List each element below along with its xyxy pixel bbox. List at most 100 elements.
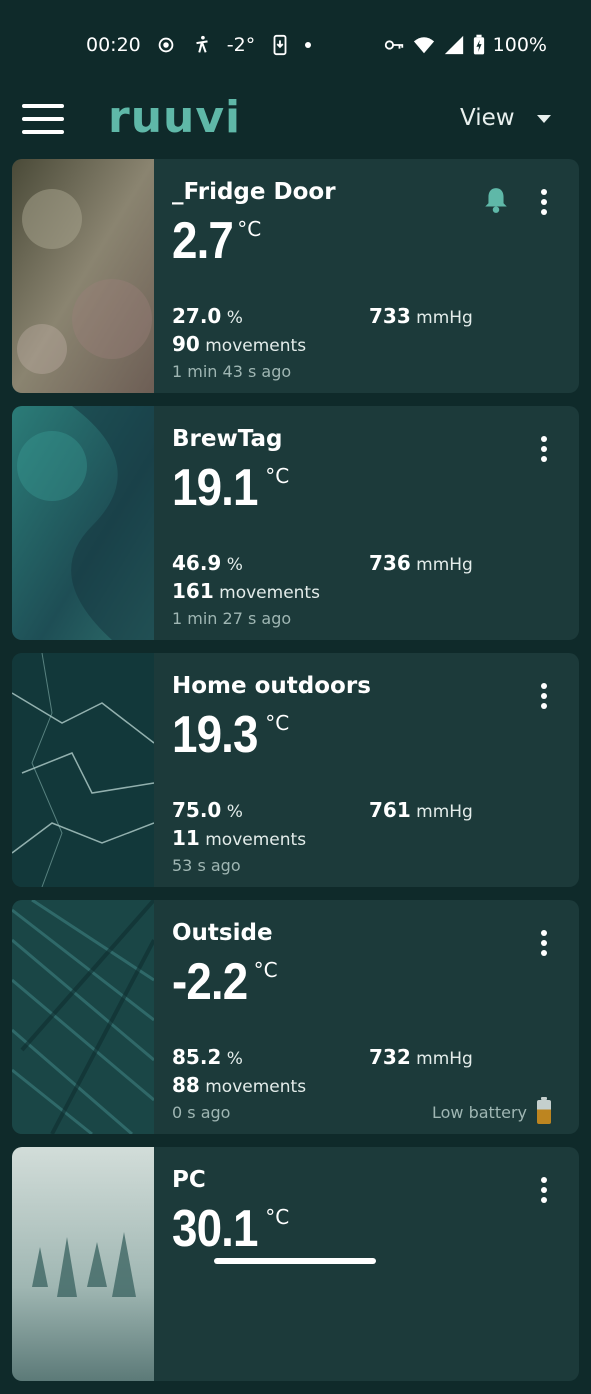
movements: 161 movements <box>172 579 320 603</box>
pressure-value: 761 <box>369 798 411 822</box>
sensor-card[interactable]: _Fridge Door 2.7 °C 27.0 % 733 mmHg 90 m… <box>12 159 579 393</box>
low-battery-indicator: Low battery <box>432 1097 551 1124</box>
temperature-unit: °C <box>237 217 262 241</box>
sensor-background-image <box>12 653 154 887</box>
gesture-nav-handle[interactable] <box>214 1258 376 1264</box>
temperature-value: 30.1 <box>172 1200 258 1258</box>
hamburger-icon[interactable] <box>22 104 64 134</box>
humidity: 75.0 % <box>172 798 243 822</box>
view-dropdown[interactable]: View <box>460 100 551 136</box>
bell-icon[interactable] <box>483 186 509 214</box>
sensor-card-body: Home outdoors 19.3 °C 75.0 % 761 mmHg 11… <box>172 653 579 887</box>
movements-value: 161 <box>172 579 214 603</box>
temperature-unit: °C <box>253 958 278 982</box>
humidity-value: 27.0 <box>172 304 222 328</box>
wifi-icon <box>413 37 434 54</box>
updated-ago: 1 min 43 s ago <box>172 362 292 381</box>
updated-ago: 0 s ago <box>172 1103 231 1122</box>
sensor-background-image <box>12 900 154 1134</box>
more-options-icon[interactable] <box>541 189 549 215</box>
view-label: View <box>460 105 515 131</box>
more-options-icon[interactable] <box>541 436 549 462</box>
clock: 00:20 <box>86 34 141 56</box>
humidity-value: 85.2 <box>172 1045 222 1069</box>
sensor-name: BrewTag <box>172 426 283 452</box>
vpn-key-icon <box>384 40 403 50</box>
movements-value: 11 <box>172 826 200 850</box>
pressure: 736 mmHg <box>369 551 473 575</box>
updated-ago: 1 min 27 s ago <box>172 609 292 628</box>
more-options-icon[interactable] <box>541 930 549 956</box>
temperature: 19.3 °C <box>172 705 289 765</box>
more-options-icon[interactable] <box>541 683 549 709</box>
movements-value: 90 <box>172 332 200 356</box>
temperature-value: 2.7 <box>172 212 234 270</box>
temperature-value: -2.2 <box>172 953 248 1011</box>
movements: 11 movements <box>172 826 306 850</box>
settings-cog-icon <box>158 37 174 53</box>
walking-icon <box>196 35 208 53</box>
sensor-background-image <box>12 159 154 393</box>
battery-low-icon <box>537 1097 551 1124</box>
sensor-card-body: PC 30.1 °C <box>172 1147 579 1381</box>
sensor-background-image <box>12 1147 154 1381</box>
movements-value: 88 <box>172 1073 200 1097</box>
more-options-icon[interactable] <box>541 1177 549 1203</box>
humidity-value: 46.9 <box>172 551 222 575</box>
temperature-value: 19.3 <box>172 706 258 764</box>
battery-level: 100% <box>492 34 547 56</box>
pressure-unit: mmHg <box>416 308 473 328</box>
temperature-unit: °C <box>265 711 290 735</box>
dot-icon <box>305 42 312 48</box>
humidity: 85.2 % <box>172 1045 243 1069</box>
movements-label: movements <box>205 1077 307 1097</box>
sensor-name: _Fridge Door <box>172 179 336 205</box>
movements-label: movements <box>219 583 320 603</box>
temperature-value: 19.1 <box>172 459 258 517</box>
humidity: 46.9 % <box>172 551 243 575</box>
pressure: 732 mmHg <box>369 1045 473 1069</box>
humidity-unit: % <box>226 555 243 575</box>
humidity-unit: % <box>226 802 243 822</box>
pressure-unit: mmHg <box>416 802 473 822</box>
status-bar: 00:20 -2° 100% <box>0 0 591 90</box>
app-bar: ruuvi View <box>0 90 591 150</box>
status-right: 100% <box>383 34 547 56</box>
sensor-name: Home outdoors <box>172 673 371 699</box>
movements: 90 movements <box>172 332 306 356</box>
pressure-unit: mmHg <box>416 1049 473 1069</box>
pressure-unit: mmHg <box>416 555 473 575</box>
humidity-unit: % <box>226 1049 243 1069</box>
sensor-card[interactable]: BrewTag 19.1 °C 46.9 % 736 mmHg 161 move… <box>12 406 579 640</box>
sensor-background-image <box>12 406 154 640</box>
movements-label: movements <box>205 830 307 850</box>
download-icon <box>273 34 287 56</box>
sensor-card-body: _Fridge Door 2.7 °C 27.0 % 733 mmHg 90 m… <box>172 159 579 393</box>
sensor-name: PC <box>172 1167 206 1193</box>
humidity-value: 75.0 <box>172 798 222 822</box>
pressure-value: 733 <box>369 304 411 328</box>
temperature: 2.7 °C <box>172 211 261 271</box>
pressure: 761 mmHg <box>369 798 473 822</box>
sensor-card[interactable]: Outside -2.2 °C 85.2 % 732 mmHg 88 movem… <box>12 900 579 1134</box>
movements-label: movements <box>205 336 307 356</box>
temperature: 19.1 °C <box>172 458 289 518</box>
temperature: 30.1 °C <box>172 1199 289 1259</box>
humidity-unit: % <box>226 308 243 328</box>
ruuvi-logo: ruuvi <box>108 92 242 143</box>
temperature-unit: °C <box>265 1205 290 1229</box>
sensor-list: _Fridge Door 2.7 °C 27.0 % 733 mmHg 90 m… <box>12 159 579 1394</box>
sensor-card-body: Outside -2.2 °C 85.2 % 732 mmHg 88 movem… <box>172 900 579 1134</box>
sensor-card-body: BrewTag 19.1 °C 46.9 % 736 mmHg 161 move… <box>172 406 579 640</box>
temperature: -2.2 °C <box>172 952 278 1012</box>
battery-charging-icon <box>473 34 484 55</box>
pressure: 733 mmHg <box>369 304 473 328</box>
sensor-card[interactable]: PC 30.1 °C <box>12 1147 579 1381</box>
temperature-unit: °C <box>265 464 290 488</box>
movements: 88 movements <box>172 1073 306 1097</box>
weather-temp: -2° <box>226 34 256 56</box>
sensor-card[interactable]: Home outdoors 19.3 °C 75.0 % 761 mmHg 11… <box>12 653 579 887</box>
signal-icon <box>444 35 463 55</box>
status-left: 00:20 -2° <box>86 34 312 56</box>
low-battery-label: Low battery <box>432 1102 527 1122</box>
